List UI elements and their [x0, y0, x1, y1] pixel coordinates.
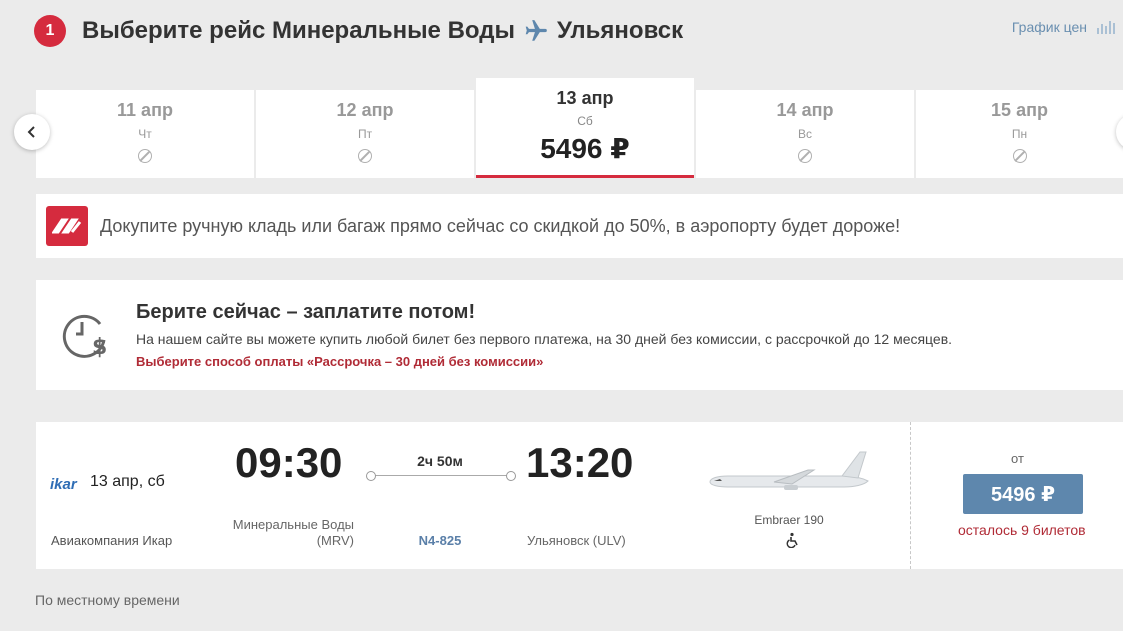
weekday-label: Пт [357, 127, 373, 141]
date-option-15-apr[interactable]: 15 апр Пн [916, 90, 1123, 178]
baggage-promo-banner[interactable]: Докупите ручную кладь или багаж прямо се… [36, 194, 1123, 258]
airline-logo: ikar [50, 476, 77, 493]
airplane-icon [525, 20, 547, 41]
airline-name: Авиакомпания Икар [51, 533, 173, 548]
flight-date: 13 апр, сб [90, 473, 165, 490]
weekday-label: Сб [577, 114, 593, 128]
route-start-dot [366, 471, 376, 481]
title-prefix: Выберите рейс [82, 17, 266, 44]
date-option-14-apr[interactable]: 14 апр Вс [696, 90, 914, 178]
price-from-label: от [1011, 451, 1024, 466]
weekday-label: Пн [1011, 127, 1028, 141]
chevron-left-icon [27, 126, 35, 138]
weekday-label: Вс [797, 127, 812, 141]
aircraft-image [709, 451, 869, 490]
route-line [370, 475, 510, 476]
unavailable-icon [138, 149, 152, 163]
date-label: 12 апр [336, 100, 394, 120]
date-option-11-apr[interactable]: 11 апр Чт [36, 90, 254, 178]
departure-city-name: Минеральные Воды [232, 517, 354, 532]
date-label: 14 апр [776, 100, 834, 120]
airline-brand-logo [46, 206, 88, 246]
aircraft-model: Embraer 190 [754, 513, 824, 527]
page-title: Выберите рейс Минеральные Воды Ульяновск [82, 17, 683, 45]
flight-duration: 2ч 50м [417, 453, 463, 469]
weekday-label: Чт [138, 127, 152, 141]
date-option-13-apr-selected[interactable]: 13 апр Сб 5496 ₽ [476, 78, 694, 178]
origin-city: Минеральные Воды [271, 17, 515, 44]
price-graph-label: График цен [1011, 19, 1087, 35]
bar-chart-icon [1097, 20, 1115, 34]
clock-dollar-icon: $ [62, 314, 107, 360]
date-price: 5496 ₽ [540, 133, 630, 164]
installment-info-block: $ Берите сейчас – заплатите потом! На на… [36, 280, 1123, 390]
date-label: 11 апр [117, 100, 173, 120]
local-time-note: По местному времени [35, 592, 180, 608]
prev-dates-button[interactable] [14, 114, 50, 150]
flight-card: ikar 13 апр, сб Авиакомпания Икар 09:30 … [36, 422, 1123, 569]
select-flight-price-button[interactable]: 5496 ₽ [963, 474, 1083, 514]
departure-airport-code: (MRV) [316, 533, 354, 548]
destination-city: Ульяновск [556, 17, 684, 44]
date-carousel: 11 апр Чт 12 апр Пт 13 апр Сб 5496 ₽ 14 … [36, 78, 1123, 178]
arrival-time: 13:20 [526, 439, 634, 486]
svg-text:$: $ [92, 335, 107, 360]
unavailable-icon [798, 149, 812, 163]
arrival-city: Ульяновск (ULV) [527, 533, 626, 548]
price-divider [910, 422, 911, 569]
unavailable-icon [1012, 149, 1027, 163]
flight-number-link[interactable]: N4-825 [366, 533, 514, 548]
departure-city: Минеральные Воды (MRV) [232, 517, 354, 549]
date-label: 15 апр [991, 100, 1048, 120]
date-option-12-apr[interactable]: 12 апр Пт [256, 90, 474, 178]
date-label: 13 апр [556, 88, 614, 108]
price-graph-link[interactable]: График цен [1012, 19, 1115, 35]
departure-time: 09:30 [235, 439, 343, 486]
tickets-left-label: осталось 9 билетов [958, 522, 1086, 538]
installment-payment-link[interactable]: Выберите способ оплаты «Рассрочка – 30 д… [136, 354, 543, 369]
installment-title: Берите сейчас – заплатите потом! [136, 301, 476, 323]
wheelchair-icon [786, 532, 798, 548]
unavailable-icon [358, 149, 372, 163]
promo-text: Докупите ручную кладь или багаж прямо се… [100, 215, 901, 236]
page-header: 1 Выберите рейс Минеральные Воды Ульянов… [34, 12, 683, 50]
step-badge: 1 [34, 15, 66, 47]
installment-description: На нашем сайте вы можете купить любой би… [136, 331, 953, 347]
route-end-dot [506, 471, 516, 481]
